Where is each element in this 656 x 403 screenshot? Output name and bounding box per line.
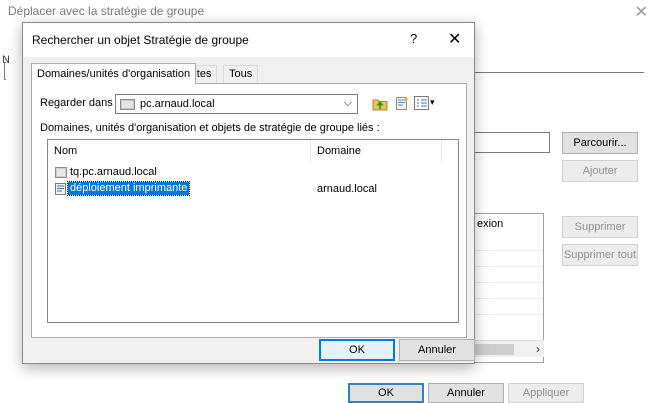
column-header-name[interactable]: Nom [48, 140, 310, 162]
scroll-right-icon[interactable]: › [536, 342, 540, 356]
list-item[interactable]: déploiement imprimante arnaud.local [48, 181, 458, 197]
column-header-domain[interactable]: Domaine [311, 140, 441, 162]
scrollbar-thumb[interactable] [474, 344, 514, 355]
look-in-dropdown[interactable]: pc.arnaud.local ⌵ [115, 94, 358, 114]
tab-all[interactable]: Tous [223, 65, 259, 83]
parent-partial-field [4, 62, 6, 80]
gpo-listview[interactable]: Nom Domaine tq.pc.arnaud.local déploieme… [47, 139, 459, 323]
parent-field-line [474, 72, 644, 73]
find-gpo-dialog: Rechercher un objet Stratégie de groupe … [22, 22, 475, 364]
list-caption: Domaines, unités d'organisation et objet… [40, 122, 380, 134]
list-item[interactable]: tq.pc.arnaud.local [48, 165, 458, 181]
gpo-icon [55, 183, 67, 198]
parent-ok-button[interactable]: OK [348, 383, 424, 403]
parent-apply-button: Appliquer [508, 383, 584, 403]
add-button: Ajouter [562, 160, 638, 182]
list-item-name: déploiement imprimante [66, 181, 191, 196]
remove-all-button: Supprimer tout [562, 244, 638, 266]
look-in-value: pc.arnaud.local [140, 98, 215, 110]
list-divider [475, 314, 543, 315]
ok-button[interactable]: OK [319, 339, 395, 361]
chevron-down-icon[interactable]: ⌵ [344, 97, 352, 110]
list-divider [475, 298, 543, 299]
parent-cancel-button[interactable]: Annuler [428, 383, 504, 403]
list-item-name: tq.pc.arnaud.local [70, 166, 157, 178]
ou-folder-icon [55, 167, 67, 181]
parent-horizontal-scrollbar[interactable]: › [474, 340, 544, 357]
parent-close-icon[interactable]: ✕ [635, 2, 648, 22]
dialog-titlebar[interactable]: Rechercher un objet Stratégie de groupe … [23, 23, 474, 57]
tab-panel: Regarder dans : pc.arnaud.local ⌵ ▾ Doma… [31, 83, 467, 338]
list-divider [475, 282, 543, 283]
up-folder-icon[interactable] [372, 96, 388, 114]
remove-button: Supprimer [562, 216, 638, 238]
column-separator[interactable] [441, 140, 442, 162]
domain-folder-icon [120, 98, 135, 113]
tab-domains-ous[interactable]: Domaines/unités d'organisation [31, 63, 197, 84]
list-divider [475, 250, 543, 251]
look-in-label: Regarder dans : [40, 97, 119, 109]
cancel-button[interactable]: Annuler [399, 339, 475, 361]
new-gpo-icon[interactable] [394, 96, 410, 114]
list-divider [475, 266, 543, 267]
dialog-title: Rechercher un objet Stratégie de groupe [32, 33, 249, 47]
view-menu-icon[interactable] [414, 96, 429, 113]
browse-button[interactable]: Parcourir... [562, 132, 638, 154]
parent-column-header: exion [477, 218, 504, 230]
help-icon[interactable]: ? [410, 31, 417, 46]
view-dropdown-arrow-icon[interactable]: ▾ [430, 97, 435, 108]
close-icon[interactable]: ✕ [448, 29, 461, 49]
parent-gpo-input[interactable] [474, 132, 550, 153]
list-item-domain: arnaud.local [317, 183, 377, 195]
parent-window-title: Déplacer avec la stratégie de groupe [8, 4, 205, 18]
